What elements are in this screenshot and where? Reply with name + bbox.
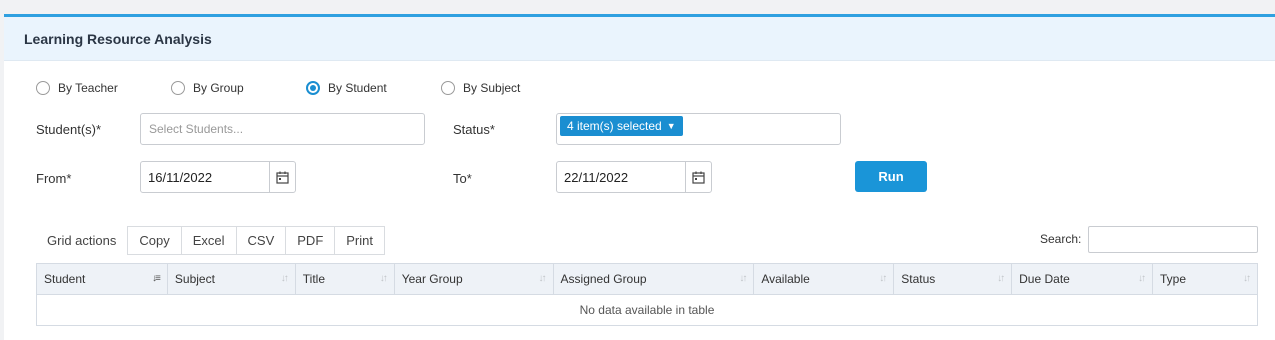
status-selected-text: 4 item(s) selected	[567, 119, 662, 133]
calendar-icon[interactable]	[685, 162, 711, 192]
radio-by-group[interactable]: By Group	[171, 81, 244, 95]
search-input[interactable]	[1088, 226, 1258, 253]
sort-ascending-icon: ↓≡	[152, 273, 161, 284]
table-row: No data available in table	[36, 294, 1258, 326]
radio-by-student[interactable]: By Student	[306, 81, 387, 95]
radio-circle[interactable]	[171, 81, 185, 95]
grid-actions-label: Grid actions	[47, 233, 117, 248]
column-header-status[interactable]: Status ↓↑	[893, 263, 1013, 295]
radio-by-subject[interactable]: By Subject	[441, 81, 520, 95]
column-label: Available	[761, 272, 810, 286]
panel-title: Learning Resource Analysis	[24, 30, 212, 47]
excel-button[interactable]: Excel	[181, 226, 237, 255]
status-multiselect[interactable]: 4 item(s) selected ▼	[556, 113, 841, 145]
column-header-type[interactable]: Type ↓↑	[1152, 263, 1258, 295]
column-label: Title	[302, 272, 326, 286]
sort-icon: ↓↑	[538, 273, 547, 284]
grid-actions-bar: Grid actions Copy Excel CSV PDF Print	[36, 226, 385, 255]
to-date-field[interactable]: 22/11/2022	[556, 161, 712, 193]
status-selected-chip[interactable]: 4 item(s) selected ▼	[560, 116, 683, 136]
to-label: To*	[453, 171, 472, 186]
column-label: Status	[901, 272, 936, 286]
column-label: Student	[44, 272, 86, 286]
sort-icon: ↓↑	[739, 273, 747, 284]
sort-icon: ↓↑	[997, 273, 1005, 284]
column-header-available[interactable]: Available ↓↑	[753, 263, 895, 295]
sort-icon: ↓↑	[1138, 273, 1146, 284]
students-label: Student(s)*	[36, 122, 102, 137]
csv-button[interactable]: CSV	[236, 226, 287, 255]
radio-by-teacher[interactable]: By Teacher	[36, 81, 118, 95]
column-label: Assigned Group	[560, 272, 647, 286]
table-header-row: Student ↓≡ Subject ↓↑ Title ↓↑ Year Group ↓↑…	[36, 263, 1258, 295]
radio-label: By Group	[193, 81, 244, 95]
print-button[interactable]: Print	[335, 226, 385, 255]
sort-icon: ↓↑	[280, 273, 289, 284]
column-label: Year Group	[401, 272, 463, 286]
column-header-assigned-group[interactable]: Assigned Group ↓↑	[552, 263, 755, 295]
column-header-subject[interactable]: Subject ↓↑	[166, 263, 296, 295]
column-header-due-date[interactable]: Due Date ↓↑	[1011, 263, 1153, 295]
from-date-field[interactable]: 16/11/2022	[140, 161, 296, 193]
panel-header: Learning Resource Analysis	[4, 17, 1275, 61]
results-table: Student ↓≡ Subject ↓↑ Title ↓↑ Year Group ↓↑…	[36, 263, 1258, 326]
to-date-value[interactable]: 22/11/2022	[557, 162, 685, 192]
caret-down-icon: ▼	[666, 121, 676, 131]
radio-label: By Teacher	[58, 81, 118, 95]
sort-icon: ↓↑	[1243, 273, 1251, 284]
pdf-button[interactable]: PDF	[286, 226, 336, 255]
empty-table-message: No data available in table	[36, 294, 1258, 326]
radio-circle[interactable]	[36, 81, 50, 95]
radio-circle[interactable]	[441, 81, 455, 95]
copy-button[interactable]: Copy	[127, 226, 182, 255]
column-label: Subject	[174, 272, 215, 286]
sort-icon: ↓↑	[379, 273, 388, 284]
run-button[interactable]: Run	[855, 161, 927, 192]
column-header-year-group[interactable]: Year Group ↓↑	[393, 263, 554, 295]
from-label: From*	[36, 171, 72, 186]
students-select[interactable]: Select Students...	[140, 113, 425, 145]
from-date-value[interactable]: 16/11/2022	[141, 162, 269, 192]
calendar-icon[interactable]	[269, 162, 295, 192]
column-label: Due Date	[1019, 272, 1070, 286]
radio-circle-checked[interactable]	[306, 81, 320, 95]
column-header-title[interactable]: Title ↓↑	[294, 263, 395, 295]
students-placeholder: Select Students...	[149, 122, 244, 136]
radio-label: By Subject	[463, 81, 521, 95]
sort-icon: ↓↑	[879, 273, 887, 284]
search-label: Search:	[1040, 232, 1082, 246]
status-label: Status*	[453, 122, 495, 137]
radio-label: By Student	[328, 81, 387, 95]
column-label: Type	[1160, 272, 1187, 286]
column-header-student[interactable]: Student ↓≡	[36, 263, 168, 295]
